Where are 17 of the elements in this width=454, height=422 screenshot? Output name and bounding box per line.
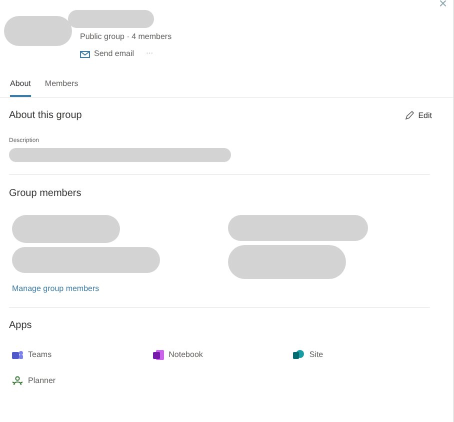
tab[interactable]: Members [44,78,78,97]
notebook-icon [152,350,164,360]
send-email-button[interactable]: Send email [80,48,134,60]
app-link[interactable]: Teams [12,349,153,361]
edit-button[interactable]: Edit [405,110,432,122]
pencil-icon [405,111,414,120]
app-link[interactable]: Notebook [152,349,294,361]
envelope-icon [80,50,90,58]
group-summary: Public group · 4 members [80,31,172,43]
section-title: Apps [9,319,33,333]
site-icon [293,350,304,360]
manage-members-link[interactable]: Manage group members [12,283,444,295]
app-link[interactable]: Planner [12,375,153,387]
section-title: Group members [9,187,82,201]
tab[interactable]: About [10,78,31,97]
section-title: About this group [9,109,82,123]
app-link[interactable]: Site [293,349,434,361]
